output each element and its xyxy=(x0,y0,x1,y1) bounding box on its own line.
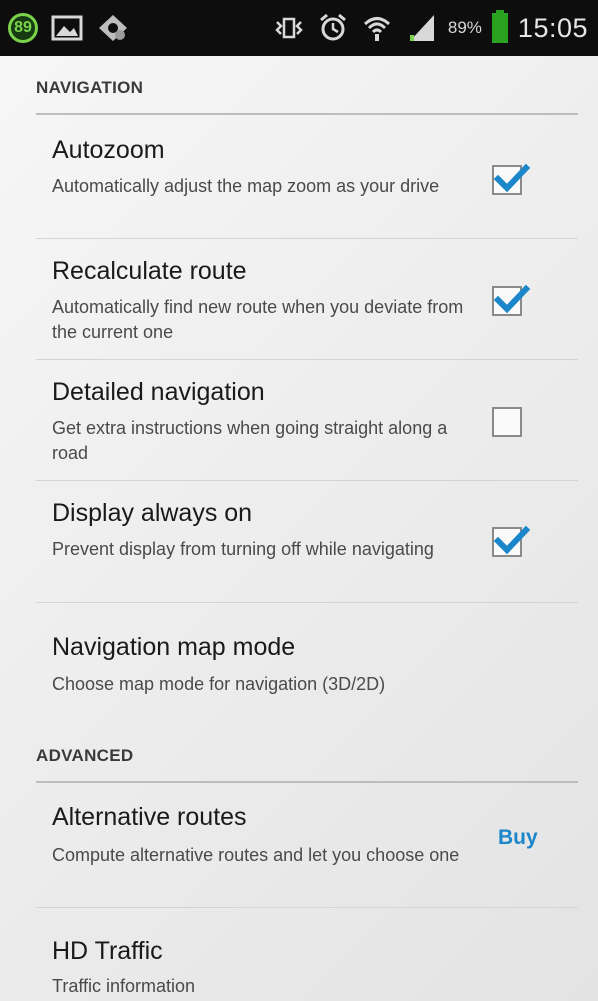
pref-summary: Choose map mode for navigation (3D/2D) xyxy=(52,674,386,694)
notification-badge: 89 xyxy=(8,13,38,43)
autozoom-checkbox[interactable] xyxy=(492,163,531,195)
signal-icon xyxy=(404,13,438,43)
divider xyxy=(36,238,578,239)
pref-title: Autozoom xyxy=(52,136,165,164)
pref-summary: Prevent display from turning off while n… xyxy=(52,539,434,559)
buy-button[interactable]: Buy xyxy=(498,826,538,850)
status-bar-left: 89 xyxy=(8,10,130,46)
pref-title: Detailed navigation xyxy=(52,378,265,406)
wifi-icon xyxy=(360,13,394,43)
divider xyxy=(36,480,578,481)
battery-percent: 89% xyxy=(447,18,482,37)
status-bar-right: 89% 15:05 xyxy=(272,10,588,46)
detailed-navigation-checkbox[interactable] xyxy=(492,407,522,437)
section-rule xyxy=(36,781,578,783)
divider xyxy=(36,907,578,908)
pref-title: HD Traffic xyxy=(52,937,163,965)
display-always-on-checkbox[interactable] xyxy=(492,525,531,557)
battery-icon xyxy=(491,10,508,43)
settings-gear-icon xyxy=(96,13,130,43)
pref-summary: Traffic information xyxy=(52,976,196,996)
clock: 15:05 xyxy=(517,12,588,43)
pref-title: Alternative routes xyxy=(52,803,247,831)
divider xyxy=(36,602,578,603)
pref-summary: Compute alternative routes and let you c… xyxy=(52,845,460,865)
check-icon xyxy=(494,284,531,314)
check-icon xyxy=(494,163,531,193)
status-bar: 89 89% 15:05 xyxy=(0,0,598,56)
vibrate-icon xyxy=(272,13,306,43)
pref-summary: Automatically adjust the map zoom as you… xyxy=(52,176,440,196)
section-rule xyxy=(36,113,578,115)
pref-summary: Get extra instructions when going straig… xyxy=(52,418,448,463)
pref-title: Navigation map mode xyxy=(52,633,296,661)
section-header-advanced: ADVANCED xyxy=(36,746,134,765)
divider xyxy=(36,359,578,360)
settings-screen: 89 89% 15:05 NAVIGATION Autozoom Automat… xyxy=(0,0,598,1001)
section-header-navigation: NAVIGATION xyxy=(36,78,144,97)
recalculate-route-checkbox[interactable] xyxy=(492,284,531,316)
pref-title: Recalculate route xyxy=(52,257,247,285)
pref-summary: Automatically find new route when you de… xyxy=(52,297,464,342)
check-icon xyxy=(494,525,531,555)
pref-title: Display always on xyxy=(52,499,253,527)
alarm-icon xyxy=(316,13,350,43)
image-icon xyxy=(50,13,84,43)
